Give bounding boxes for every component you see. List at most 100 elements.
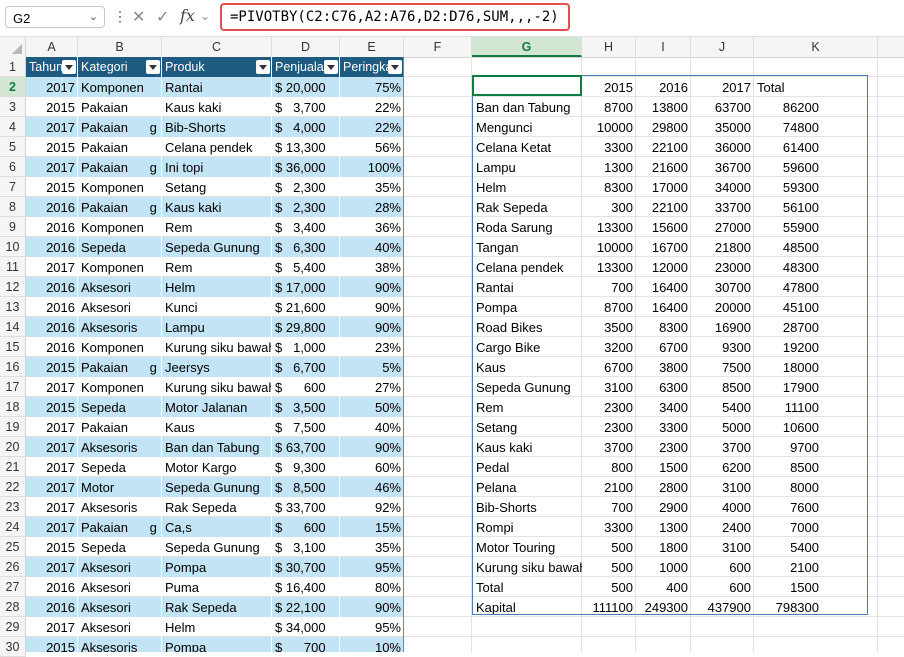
table-cell[interactable]: Sepeda — [78, 457, 162, 477]
table-cell[interactable]: 10% — [340, 637, 404, 652]
table-cell[interactable]: Pakaian — [78, 97, 162, 117]
enter-icon[interactable]: ✓ — [156, 7, 169, 27]
table-cell[interactable]: Puma — [162, 577, 272, 597]
table-cell[interactable]: Aksesori — [78, 277, 162, 297]
table-cell[interactable]: 2017 — [26, 257, 78, 277]
table-cell[interactable]: 36% — [340, 217, 404, 237]
filter-dropdown-icon[interactable] — [146, 60, 160, 74]
table-cell[interactable]: Aksesoris — [78, 637, 162, 652]
row-header-10[interactable]: 10 — [0, 237, 26, 257]
table-cell[interactable]: Kunci — [162, 297, 272, 317]
column-header-f[interactable]: F — [404, 37, 472, 57]
table-cell[interactable]: Bib-Shorts — [162, 117, 272, 137]
table-cell[interactable]: 2016 — [26, 337, 78, 357]
column-header-d[interactable]: D — [272, 37, 340, 57]
row-header-17[interactable]: 17 — [0, 377, 26, 397]
table-cell[interactable]: $ 36,000 — [272, 157, 340, 177]
table-cell[interactable]: Komponen — [78, 77, 162, 97]
table-cell[interactable]: $ 4,000 — [272, 117, 340, 137]
table-cell[interactable]: Pakaian g — [78, 517, 162, 537]
column-header-g[interactable]: G — [472, 37, 582, 57]
table-cell[interactable]: $ 2,300 — [272, 177, 340, 197]
row-header-18[interactable]: 18 — [0, 397, 26, 417]
row-header-4[interactable]: 4 — [0, 117, 26, 137]
table-cell[interactable]: $ 5,400 — [272, 257, 340, 277]
fx-dropdown-icon[interactable]: ⌄ — [200, 9, 210, 23]
table-cell[interactable]: Pakaian g — [78, 197, 162, 217]
table-cell[interactable]: 46% — [340, 477, 404, 497]
table-cell[interactable]: Sepeda — [78, 237, 162, 257]
row-header-21[interactable]: 21 — [0, 457, 26, 477]
column-header-h[interactable]: H — [582, 37, 636, 57]
filter-dropdown-icon[interactable] — [388, 60, 402, 74]
row-header-13[interactable]: 13 — [0, 297, 26, 317]
table-cell[interactable]: Komponen — [78, 337, 162, 357]
active-cell-g2[interactable] — [472, 75, 582, 96]
row-header-27[interactable]: 27 — [0, 577, 26, 597]
table-cell[interactable]: Aksesoris — [78, 317, 162, 337]
table-cell[interactable]: Pompa — [162, 637, 272, 652]
table-cell[interactable]: Celana pendek — [162, 137, 272, 157]
table-cell[interactable]: 2017 — [26, 557, 78, 577]
row-header-5[interactable]: 5 — [0, 137, 26, 157]
table-cell[interactable]: 2016 — [26, 197, 78, 217]
table-cell[interactable]: Aksesoris — [78, 437, 162, 457]
table-cell[interactable]: 2017 — [26, 157, 78, 177]
table-cell[interactable]: Ca,s — [162, 517, 272, 537]
table-cell[interactable]: $ 33,700 — [272, 497, 340, 517]
table-cell[interactable]: Kaus kaki — [162, 197, 272, 217]
table-cell[interactable]: 2016 — [26, 577, 78, 597]
row-header-12[interactable]: 12 — [0, 277, 26, 297]
table-cell[interactable]: $ 17,000 — [272, 277, 340, 297]
table-cell[interactable]: 2017 — [26, 417, 78, 437]
table-cell[interactable]: Pakaian — [78, 417, 162, 437]
column-header-b[interactable]: B — [78, 37, 162, 57]
column-header-j[interactable]: J — [691, 37, 754, 57]
row-header-22[interactable]: 22 — [0, 477, 26, 497]
table-cell[interactable]: Aksesori — [78, 577, 162, 597]
table-cell[interactable]: Pakaian g — [78, 117, 162, 137]
table-cell[interactable]: 2017 — [26, 117, 78, 137]
table-cell[interactable]: $ 6,300 — [272, 237, 340, 257]
table-cell[interactable]: 22% — [340, 117, 404, 137]
table-cell[interactable]: 15% — [340, 517, 404, 537]
name-box[interactable]: G2 ⌄ — [5, 6, 105, 28]
table-cell[interactable]: 2017 — [26, 77, 78, 97]
table-cell[interactable]: 2015 — [26, 537, 78, 557]
table-cell[interactable]: Sepeda Gunung — [162, 477, 272, 497]
table-cell[interactable]: 2016 — [26, 237, 78, 257]
select-all-corner[interactable] — [0, 37, 26, 57]
table-cell[interactable]: 2015 — [26, 637, 78, 652]
row-header-25[interactable]: 25 — [0, 537, 26, 557]
row-header-19[interactable]: 19 — [0, 417, 26, 437]
column-header-k[interactable]: K — [754, 37, 878, 57]
table-cell[interactable]: 2015 — [26, 97, 78, 117]
table-cell[interactable]: 100% — [340, 157, 404, 177]
table-cell[interactable]: $ 600 — [272, 377, 340, 397]
table-cell[interactable]: 2017 — [26, 497, 78, 517]
table-cell[interactable]: Kurung siku bawah — [162, 337, 272, 357]
table-cell[interactable]: Komponen — [78, 377, 162, 397]
table-cell[interactable]: Aksesori — [78, 557, 162, 577]
row-header-8[interactable]: 8 — [0, 197, 26, 217]
table-cell[interactable]: $ 8,500 — [272, 477, 340, 497]
table-cell[interactable]: 90% — [340, 597, 404, 617]
table-cell[interactable]: 40% — [340, 417, 404, 437]
table-cell[interactable]: $ 6,700 — [272, 357, 340, 377]
table-cell[interactable]: 2017 — [26, 617, 78, 637]
table-cell[interactable]: Rantai — [162, 77, 272, 97]
table-cell[interactable]: 50% — [340, 397, 404, 417]
table-cell[interactable]: $ 3,400 — [272, 217, 340, 237]
table-cell[interactable]: $ 22,100 — [272, 597, 340, 617]
table-cell[interactable]: 2016 — [26, 597, 78, 617]
insert-function-icon[interactable]: fx — [180, 6, 195, 25]
table-cell[interactable]: 2015 — [26, 137, 78, 157]
table-cell[interactable]: 2016 — [26, 217, 78, 237]
table-cell[interactable]: Aksesori — [78, 297, 162, 317]
row-header-24[interactable]: 24 — [0, 517, 26, 537]
table-cell[interactable]: Rak Sepeda — [162, 597, 272, 617]
table-cell[interactable]: 22% — [340, 97, 404, 117]
table-cell[interactable]: $ 63,700 — [272, 437, 340, 457]
table-cell[interactable]: Helm — [162, 277, 272, 297]
table-cell[interactable]: $ 16,400 — [272, 577, 340, 597]
